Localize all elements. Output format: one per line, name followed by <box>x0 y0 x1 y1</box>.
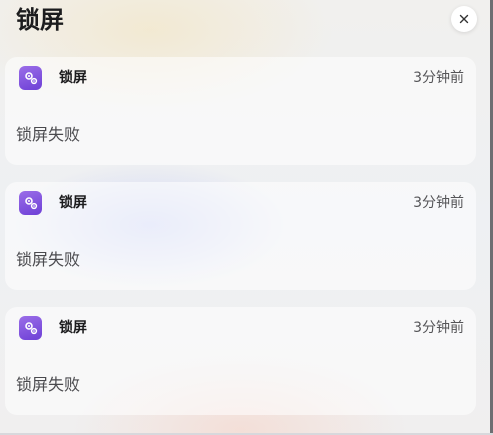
notification-card[interactable]: 锁屏 3分钟前 锁屏失败 <box>5 307 476 415</box>
close-icon <box>459 14 469 24</box>
notification-card[interactable]: 锁屏 3分钟前 锁屏失败 <box>5 182 476 290</box>
settings-gears-icon <box>19 191 42 215</box>
panel-title: 锁屏 <box>16 6 64 34</box>
settings-gears-icon <box>19 66 42 90</box>
close-button[interactable] <box>451 6 477 32</box>
settings-gears-icon <box>19 316 42 340</box>
notification-app-name: 锁屏 <box>59 320 87 336</box>
notification-message: 锁屏失败 <box>16 375 81 394</box>
notification-app-name: 锁屏 <box>59 195 87 211</box>
notification-timestamp: 3分钟前 <box>413 320 464 336</box>
notification-card[interactable]: 锁屏 3分钟前 锁屏失败 <box>5 57 476 165</box>
notification-app-name: 锁屏 <box>59 70 87 86</box>
notification-message: 锁屏失败 <box>16 250 81 269</box>
notification-timestamp: 3分钟前 <box>413 70 464 86</box>
notification-message: 锁屏失败 <box>16 125 81 144</box>
notification-timestamp: 3分钟前 <box>413 195 464 211</box>
